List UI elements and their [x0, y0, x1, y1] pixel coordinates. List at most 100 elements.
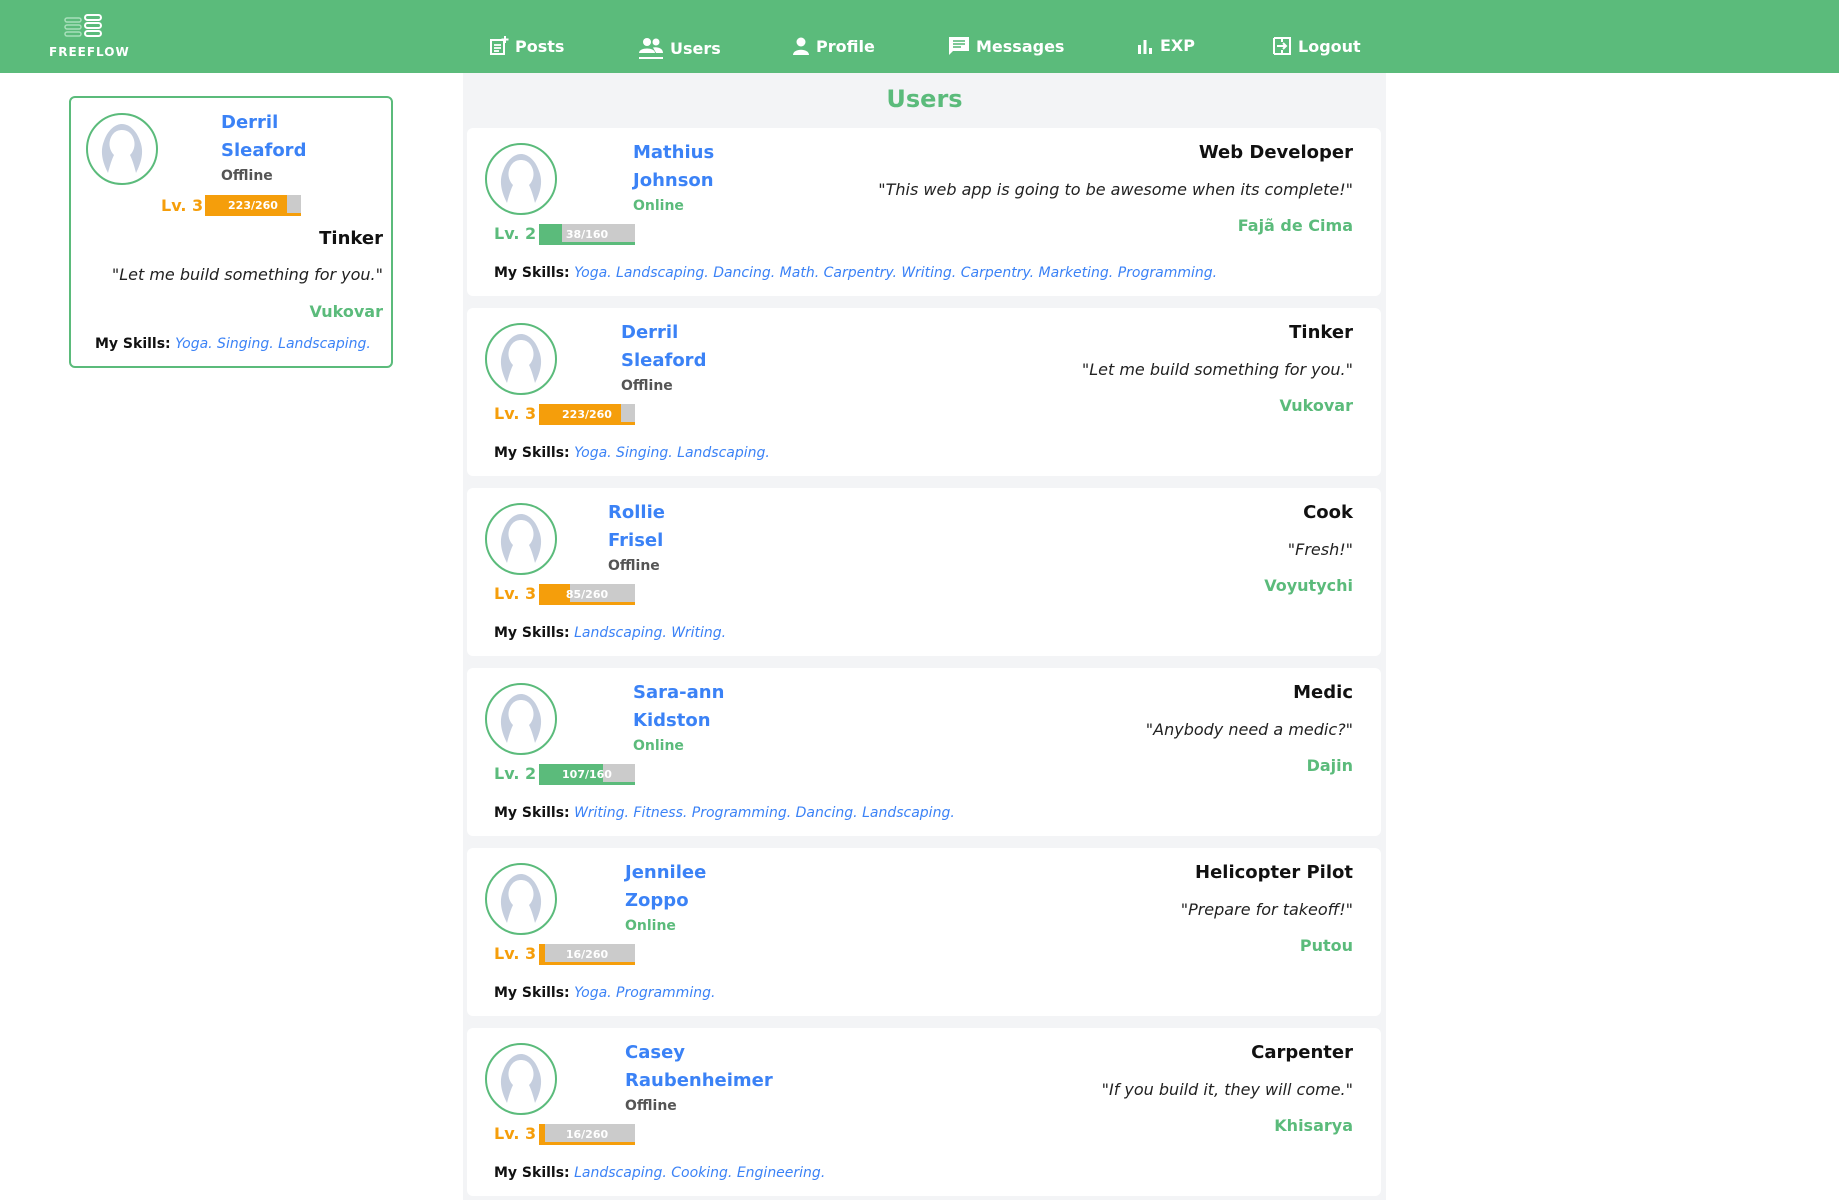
skills-label: My Skills:: [494, 445, 570, 461]
message-icon: [949, 37, 969, 55]
nav-profile-label: Profile: [816, 36, 875, 56]
skills-value: Landscaping. Cooking. Engineering.: [574, 1165, 826, 1181]
user-skills: My Skills: Landscaping. Writing.: [494, 625, 726, 641]
xp-bar: 38/160: [539, 224, 635, 245]
skills-label: My Skills:: [95, 336, 171, 352]
avatar[interactable]: [485, 683, 557, 755]
nav-messages-label: Messages: [976, 36, 1065, 56]
user-quote: "Fresh!": [1287, 540, 1353, 559]
user-card: Derril Sleaford Offline Lv. 3 223/260 Ti…: [467, 308, 1381, 476]
user-city: Dajin: [1306, 756, 1353, 775]
user-last-name[interactable]: Zoppo: [625, 890, 689, 911]
nav-messages[interactable]: Messages: [948, 36, 1064, 56]
user-skills: My Skills: Yoga. Singing. Landscaping.: [494, 445, 770, 461]
skills-value: Writing. Fitness. Programming. Dancing. …: [574, 805, 955, 821]
user-first-name[interactable]: Mathius: [633, 142, 714, 163]
avatar[interactable]: [86, 113, 158, 185]
post-add-icon: [490, 36, 509, 55]
user-first-name[interactable]: Rollie: [608, 502, 665, 523]
nav-logout-label: Logout: [1298, 36, 1361, 56]
user-first-name[interactable]: Casey: [625, 1042, 685, 1063]
nav-profile[interactable]: Profile: [792, 36, 875, 56]
avatar[interactable]: [485, 323, 557, 395]
xp-bar-text: 16/260: [565, 948, 609, 961]
skills-label: My Skills:: [494, 805, 570, 821]
user-job-title: Carpenter: [1251, 1042, 1353, 1063]
xp-bar-text: 38/160: [565, 228, 609, 241]
user-level: Lv. 3: [494, 404, 537, 423]
xp-bar: 223/260: [205, 195, 301, 216]
avatar[interactable]: [485, 1043, 557, 1115]
bar-chart-icon: [1138, 39, 1152, 54]
xp-bar-text: 16/260: [565, 1128, 609, 1141]
user-card: Sara-ann Kidston Online Lv. 2 107/160 Me…: [467, 668, 1381, 836]
skills-value: Yoga. Singing. Landscaping.: [574, 445, 770, 461]
logout-icon: [1273, 37, 1291, 55]
user-status: Online: [633, 738, 684, 754]
avatar[interactable]: [485, 863, 557, 935]
user-city: Vukovar: [309, 302, 383, 321]
xp-bar: 16/260: [539, 1124, 635, 1145]
user-skills: My Skills: Landscaping. Cooking. Enginee…: [494, 1165, 825, 1181]
user-skills: My Skills: Yoga. Programming.: [494, 985, 715, 1001]
user-level: Lv. 2: [494, 764, 537, 783]
xp-bar-line: [539, 962, 635, 965]
nav-posts[interactable]: Posts: [489, 36, 564, 56]
user-job-title: Web Developer: [1198, 142, 1353, 163]
user-quote: "This web app is going to be awesome whe…: [878, 180, 1353, 199]
user-last-name[interactable]: Johnson: [633, 170, 714, 191]
user-avatar-icon: [488, 686, 554, 752]
nav-exp-label: EXP: [1160, 36, 1195, 55]
nav-logout[interactable]: Logout: [1272, 36, 1361, 56]
avatar[interactable]: [485, 143, 557, 215]
user-card: Jennilee Zoppo Online Lv. 3 16/260 Helic…: [467, 848, 1381, 1016]
nav-users[interactable]: Users: [638, 36, 721, 60]
user-skills: My Skills: Yoga. Landscaping. Dancing. M…: [494, 265, 1217, 281]
users-panel: Users Mathius Johnson Online Lv. 2 38/16…: [463, 73, 1386, 1200]
user-last-name[interactable]: Sleaford: [621, 350, 706, 371]
user-avatar-icon: [488, 146, 554, 212]
user-avatar-icon: [488, 326, 554, 392]
xp-bar: 16/260: [539, 944, 635, 965]
user-city: Voyutychi: [1264, 576, 1353, 595]
xp-bar-line: [539, 422, 635, 425]
user-city: Fajã de Cima: [1237, 216, 1353, 235]
nav-posts-label: Posts: [515, 36, 565, 56]
user-status: Offline: [221, 168, 273, 184]
user-card: Casey Raubenheimer Offline Lv. 3 16/260 …: [467, 1028, 1381, 1196]
xp-bar: 223/260: [539, 404, 635, 425]
xp-bar-line: [539, 242, 635, 245]
avatar[interactable]: [485, 503, 557, 575]
skills-label: My Skills:: [494, 985, 570, 1001]
page-title: Users: [886, 85, 963, 113]
skills-label: My Skills:: [494, 1165, 570, 1181]
user-last-name[interactable]: Frisel: [608, 530, 663, 551]
user-quote: "Prepare for takeoff!": [1180, 900, 1353, 919]
user-level: Lv. 2: [494, 224, 537, 243]
nav-exp[interactable]: EXP: [1136, 36, 1195, 55]
user-status: Online: [633, 198, 684, 214]
user-quote: "If you build it, they will come.": [1101, 1080, 1353, 1099]
user-status: Offline: [608, 558, 660, 574]
xp-bar: 85/260: [539, 584, 635, 605]
user-first-name[interactable]: Sara-ann: [633, 682, 724, 703]
top-navbar: FREEFLOW Posts Users Profile Messages EX…: [0, 0, 1839, 73]
user-quote: "Let me build something for you.": [1081, 360, 1353, 379]
user-skills: My Skills: Yoga. Singing. Landscaping.: [95, 336, 371, 352]
skills-value: Landscaping. Writing.: [574, 625, 727, 641]
user-card: Mathius Johnson Online Lv. 2 38/160 Web …: [467, 128, 1381, 296]
user-first-name[interactable]: Jennilee: [625, 862, 706, 883]
user-first-name[interactable]: Derril: [621, 322, 678, 343]
xp-bar-line: [539, 602, 635, 605]
user-last-name[interactable]: Sleaford: [221, 140, 306, 161]
user-city: Putou: [1299, 936, 1353, 955]
user-first-name[interactable]: Derril: [221, 112, 278, 133]
nav-users-label: Users: [670, 38, 721, 58]
user-last-name[interactable]: Raubenheimer: [625, 1070, 773, 1091]
user-last-name[interactable]: Kidston: [633, 710, 711, 731]
xp-bar-text: 223/260: [562, 408, 612, 421]
xp-bar-text: 107/160: [562, 768, 612, 781]
skills-value: Yoga. Programming.: [574, 985, 716, 1001]
user-level: Lv. 3: [494, 1124, 537, 1143]
user-job-title: Cook: [1303, 502, 1353, 523]
